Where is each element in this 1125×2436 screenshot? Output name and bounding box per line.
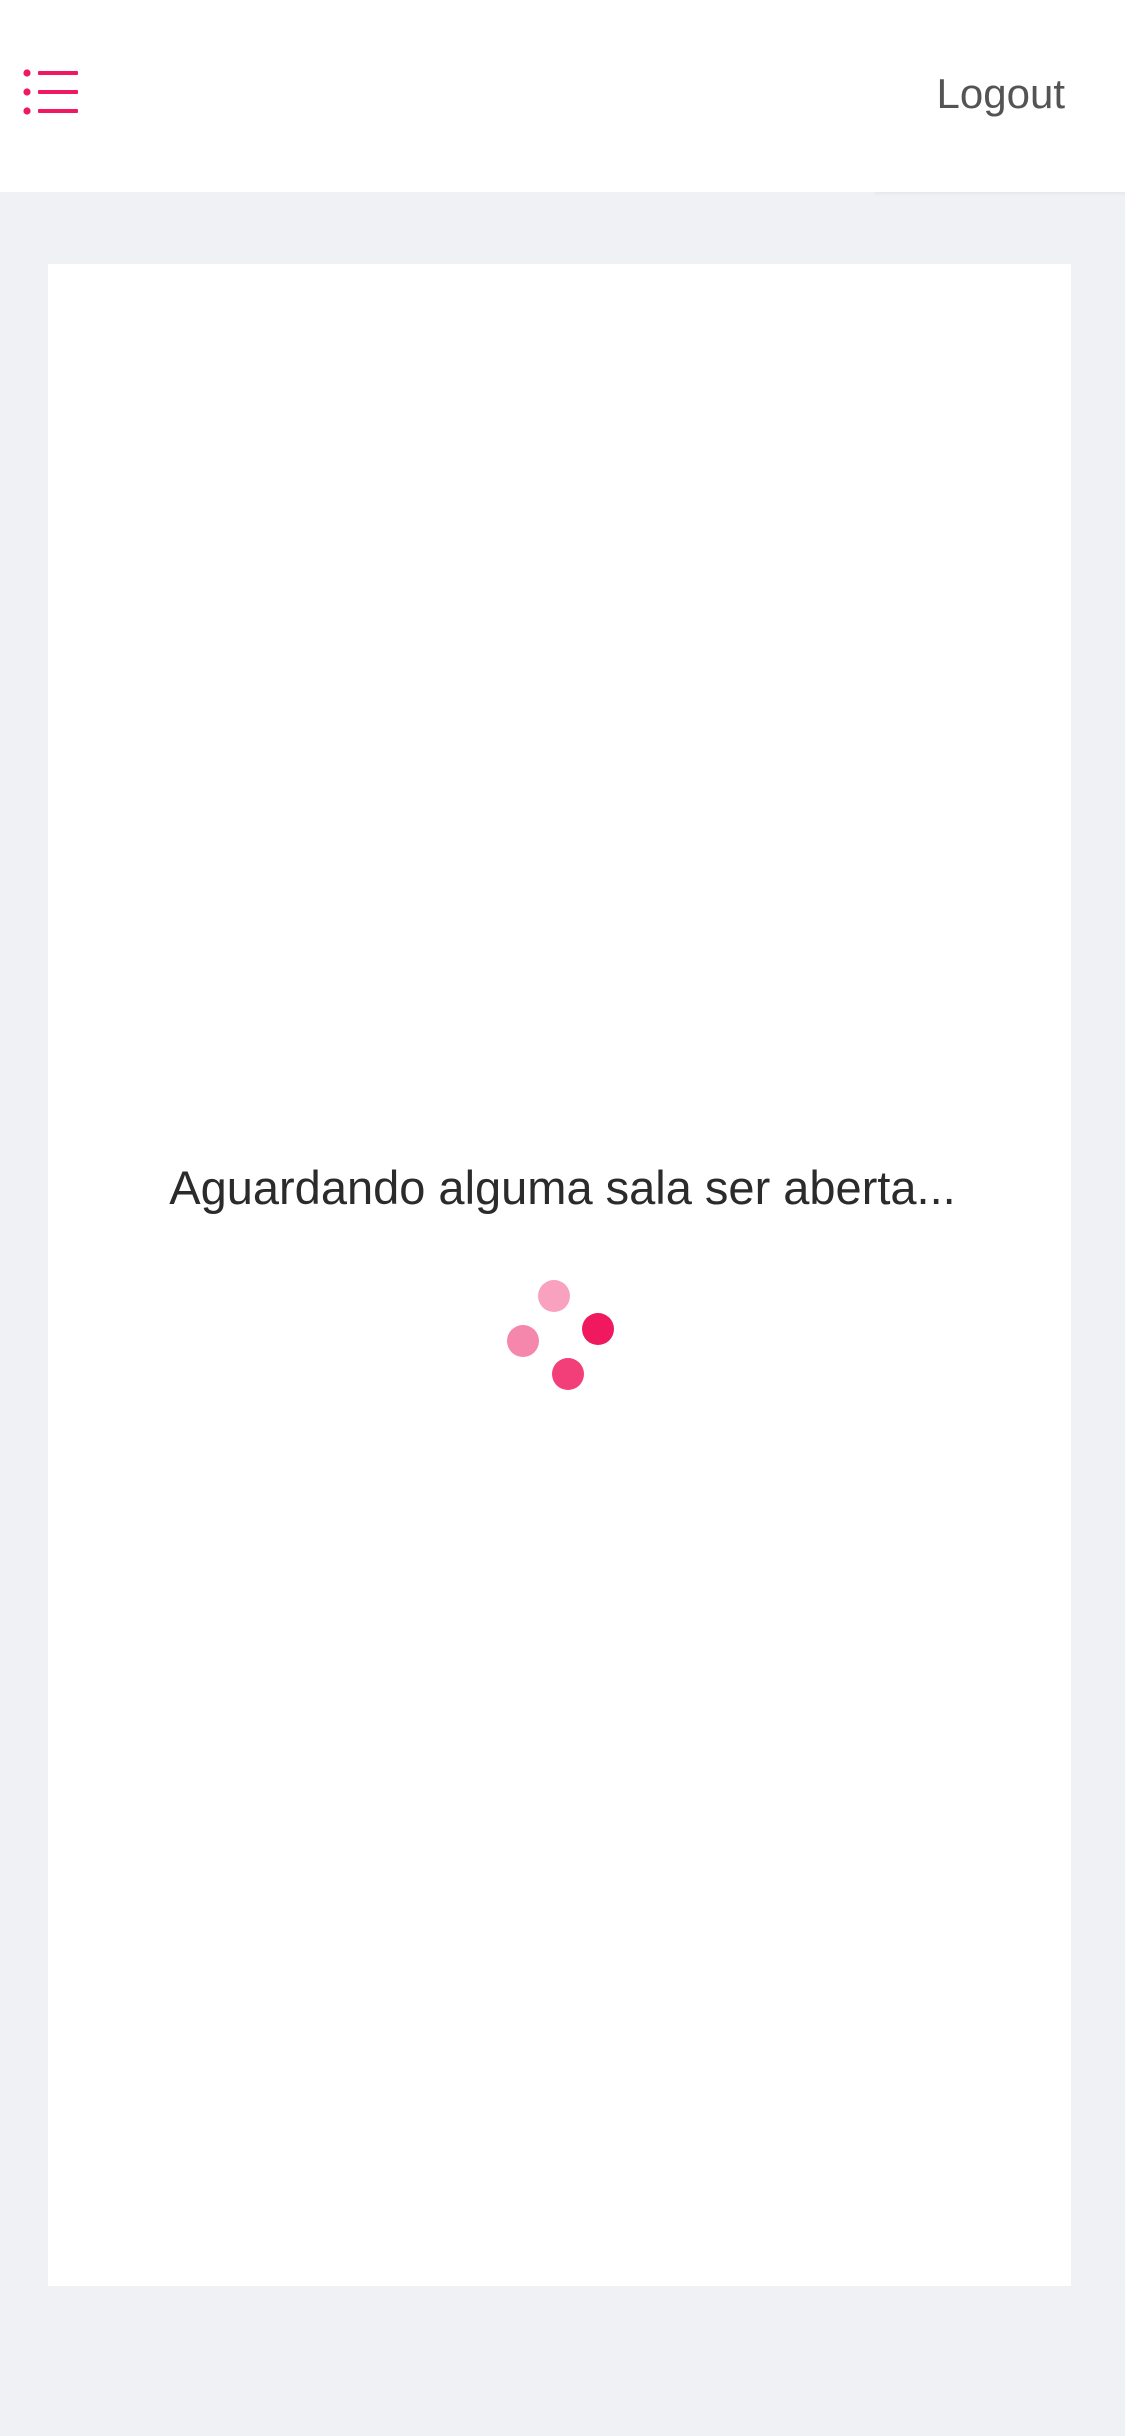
header-divider (875, 192, 1125, 196)
list-icon (23, 69, 78, 115)
spinner-dot (507, 1325, 539, 1357)
spinner-dot (552, 1358, 584, 1390)
top-navigation-bar: Logout (0, 0, 1125, 192)
loading-dots-icon (500, 1272, 625, 1397)
spinner-dot (538, 1280, 570, 1312)
spinner-dot (582, 1313, 614, 1345)
menu-button[interactable] (22, 66, 88, 122)
waiting-status-text: Aguardando alguma sala ser aberta... (169, 1161, 956, 1214)
logout-button[interactable]: Logout (937, 64, 1065, 124)
